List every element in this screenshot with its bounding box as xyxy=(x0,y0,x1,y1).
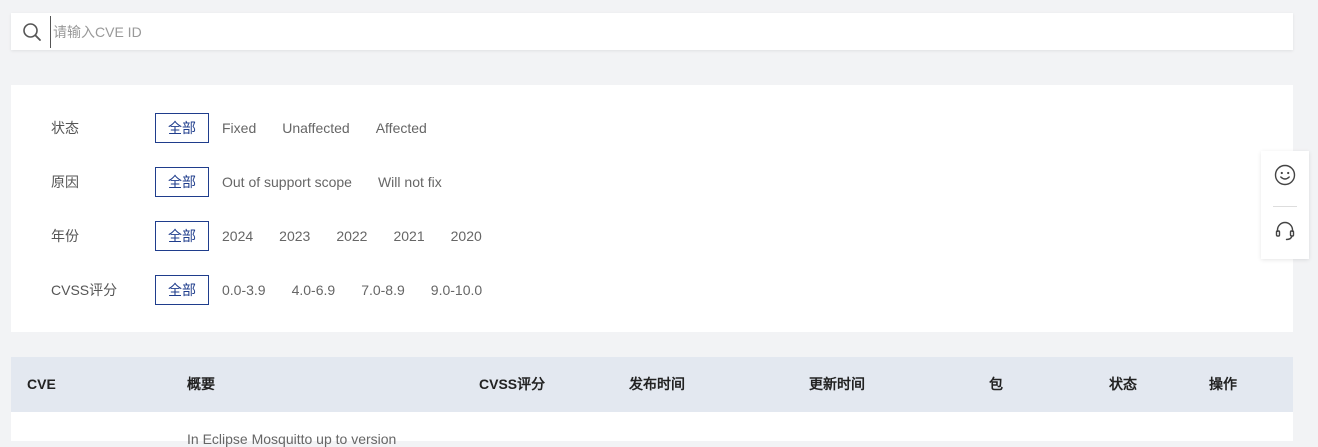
search-input[interactable] xyxy=(50,15,1293,48)
filter-option-year-2023[interactable]: 2023 xyxy=(266,222,323,250)
cve-table: CVE 概要 CVSS评分 发布时间 更新时间 包 状态 操作 In Eclip… xyxy=(11,357,1293,447)
filter-option-year-2021[interactable]: 2021 xyxy=(380,222,437,250)
support-button[interactable] xyxy=(1261,207,1309,259)
filter-option-year-2024[interactable]: 2024 xyxy=(209,222,266,250)
search-bar[interactable] xyxy=(11,13,1293,50)
filter-option-cvss-critical[interactable]: 9.0-10.0 xyxy=(418,276,495,304)
feedback-button[interactable] xyxy=(1261,151,1309,203)
search-icon xyxy=(22,22,42,42)
column-header-cve: CVE xyxy=(27,376,56,392)
filter-option-status-unaffected[interactable]: Unaffected xyxy=(269,114,362,142)
filter-option-cvss-high[interactable]: 7.0-8.9 xyxy=(348,276,418,304)
filter-option-year-2022[interactable]: 2022 xyxy=(323,222,380,250)
column-header-summary: 概要 xyxy=(187,376,215,392)
filter-label-status: 状态 xyxy=(51,120,79,136)
filter-option-reason-all[interactable]: 全部 xyxy=(155,167,209,197)
filter-option-year-all[interactable]: 全部 xyxy=(155,221,209,251)
column-header-actions: 操作 xyxy=(1209,376,1237,392)
filter-option-reason-will-not-fix[interactable]: Will not fix xyxy=(365,168,455,196)
filter-option-year-2020[interactable]: 2020 xyxy=(438,222,495,250)
filter-option-reason-out-of-scope[interactable]: Out of support scope xyxy=(209,168,365,196)
filter-label-year: 年份 xyxy=(51,228,79,244)
filter-option-cvss-medium[interactable]: 4.0-6.9 xyxy=(279,276,349,304)
column-header-updated: 更新时间 xyxy=(809,376,865,392)
filter-panel: 状态 全部 Fixed Unaffected Affected 原因 全部 Ou… xyxy=(11,85,1293,332)
row-summary: In Eclipse Mosquitto up to version xyxy=(187,431,397,447)
filter-option-status-affected[interactable]: Affected xyxy=(363,114,440,142)
column-header-cvss: CVSS评分 xyxy=(479,376,546,392)
filter-option-cvss-all[interactable]: 全部 xyxy=(155,275,209,305)
smiley-icon xyxy=(1274,164,1296,191)
filter-label-cvss: CVSS评分 xyxy=(51,282,118,298)
filter-option-cvss-low[interactable]: 0.0-3.9 xyxy=(209,276,279,304)
side-widget xyxy=(1261,151,1309,259)
table-header: CVE 概要 CVSS评分 发布时间 更新时间 包 状态 操作 xyxy=(11,357,1293,412)
filter-option-status-all[interactable]: 全部 xyxy=(155,113,209,143)
filter-label-reason: 原因 xyxy=(51,174,79,190)
filter-option-status-fixed[interactable]: Fixed xyxy=(209,114,269,142)
column-header-status: 状态 xyxy=(1109,376,1137,392)
headset-icon xyxy=(1274,220,1296,247)
column-header-published: 发布时间 xyxy=(629,376,685,392)
column-header-package: 包 xyxy=(989,376,1003,392)
